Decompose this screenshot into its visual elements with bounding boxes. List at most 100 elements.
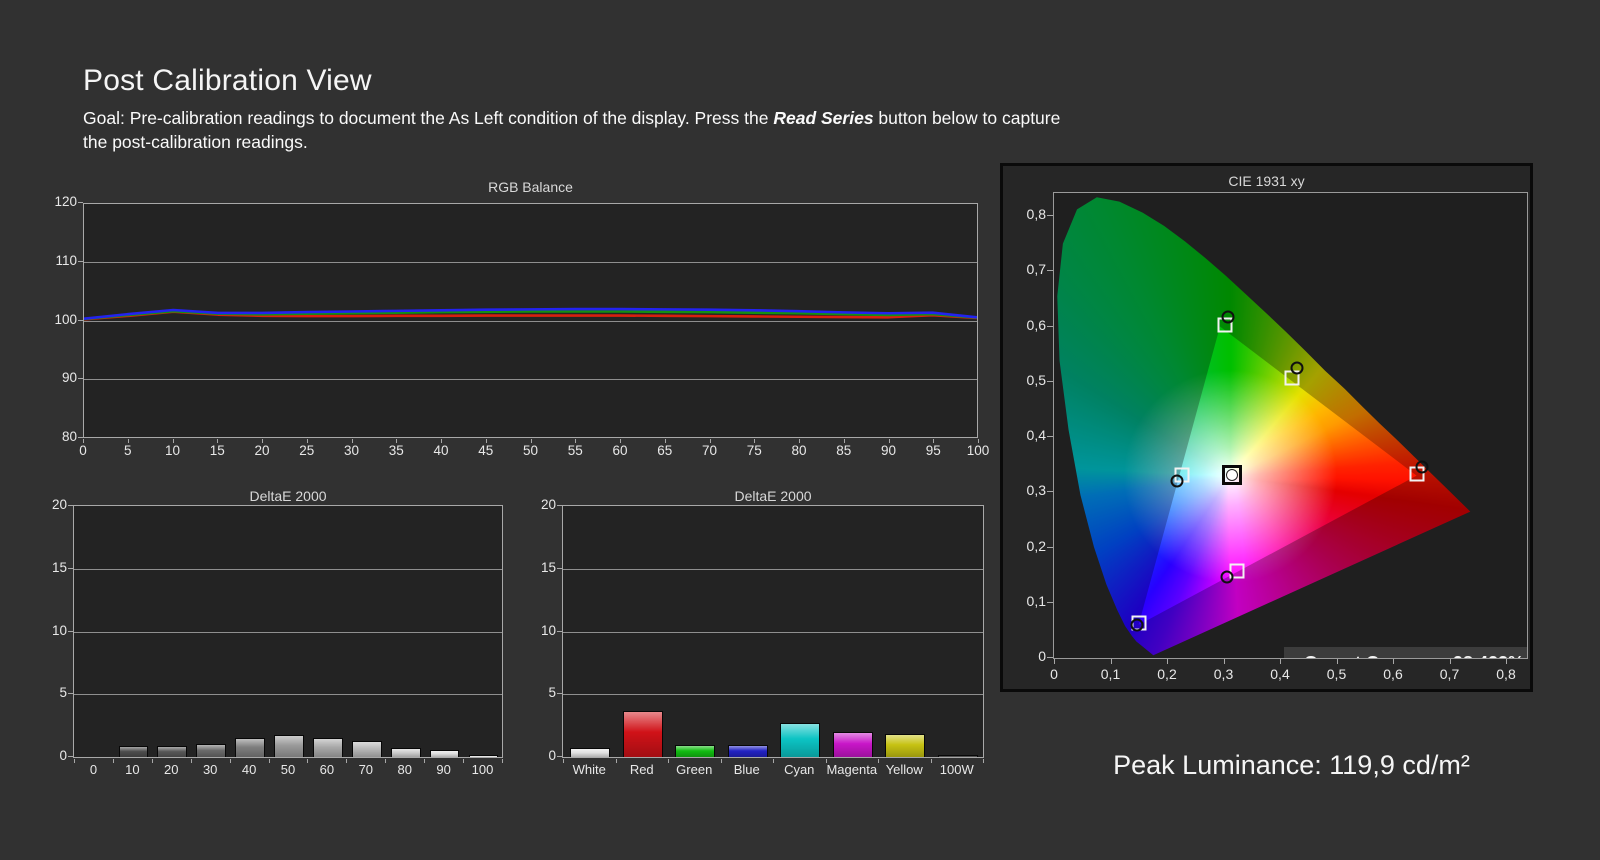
rgb-x-tick-mark: [799, 439, 800, 443]
cie-y-tick-mark: [1047, 215, 1053, 216]
deltae-bar-70: [352, 741, 382, 757]
deltae-x-tick-mark: [931, 759, 932, 763]
measured-circle-cyan: [1171, 475, 1184, 488]
deltae-y-tick-mark: [557, 568, 562, 569]
deltae-y-tick-label: 5: [514, 685, 556, 700]
rgb-x-tick-mark: [441, 439, 442, 443]
rgb-x-tick-label: 40: [420, 443, 462, 458]
cie-x-tick-mark: [1393, 659, 1394, 664]
rgb-x-tick-label: 50: [510, 443, 552, 458]
rgb-x-tick-label: 75: [733, 443, 775, 458]
cie-x-tick-label: 0,4: [1259, 666, 1301, 682]
rgb-x-tick-mark: [754, 439, 755, 443]
deltae-bar-30: [196, 744, 226, 757]
rgb-x-tick-label: 80: [778, 443, 820, 458]
deltae-x-tick-mark: [773, 759, 774, 763]
cie-y-tick-label: 0: [1006, 648, 1046, 664]
rgb-x-tick-mark: [307, 439, 308, 443]
rgb-x-tick-label: 35: [375, 443, 417, 458]
rgb-y-tick-mark: [78, 202, 83, 203]
cie-y-tick-mark: [1047, 381, 1053, 382]
deltae-x-tick-mark: [385, 759, 386, 763]
rgb-x-tick-mark: [978, 439, 979, 443]
rgb-y-tick-label: 110: [35, 253, 77, 268]
measured-circle-red: [1416, 460, 1429, 473]
rgb-x-tick-label: 15: [196, 443, 238, 458]
rgb-x-tick-mark: [217, 439, 218, 443]
rgb-x-tick-label: 45: [465, 443, 507, 458]
rgb-x-tick-mark: [486, 439, 487, 443]
rgb-x-tick-label: 0: [62, 443, 104, 458]
cie-x-tick-mark: [1280, 659, 1281, 664]
deltae-x-tick-mark: [463, 759, 464, 763]
cie-y-tick-label: 0,6: [1006, 317, 1046, 333]
deltae-x-tick-label: White: [559, 762, 619, 777]
cie-x-tick-label: 0,7: [1429, 666, 1471, 682]
cie-x-tick-mark: [1450, 659, 1451, 664]
cie-x-tick-mark: [1054, 659, 1055, 664]
deltae-bar-100w: [938, 755, 978, 758]
deltae-x-tick-label: Magenta: [822, 762, 882, 777]
rgb-gridline: [84, 379, 977, 380]
measured-circle-yellow: [1290, 361, 1303, 374]
deltae-bar-80: [391, 748, 421, 757]
rgb-y-tick-mark: [78, 378, 83, 379]
deltae-y-tick-mark: [68, 568, 73, 569]
deltae-gridline: [74, 632, 502, 633]
deltae-x-tick-mark: [616, 759, 617, 763]
measured-circle-blue: [1131, 619, 1144, 632]
deltae-gridline: [563, 694, 983, 695]
deltae-bar-10: [119, 746, 149, 757]
deltae-y-tick-label: 10: [514, 623, 556, 638]
deltae-y-tick-mark: [557, 505, 562, 506]
page-title: Post Calibration View: [83, 64, 372, 98]
rgb-x-tick-mark: [531, 439, 532, 443]
rgb-x-tick-mark: [262, 439, 263, 443]
rgb-gridline: [84, 321, 977, 322]
deltae-y-tick-mark: [557, 756, 562, 757]
rgb-x-tick-label: 90: [868, 443, 910, 458]
rgb-y-tick-mark: [78, 437, 83, 438]
deltae-x-tick-label: Cyan: [769, 762, 829, 777]
cie-x-tick-label: 0,6: [1372, 666, 1414, 682]
rgb-y-tick-label: 80: [35, 429, 77, 444]
rgb-x-tick-mark: [844, 439, 845, 443]
rgb-x-tick-mark: [620, 439, 621, 443]
read-series-emphasis: Read Series: [773, 108, 873, 128]
deltae-bar-100: [469, 755, 499, 758]
rgb-x-tick-label: 10: [152, 443, 194, 458]
deltae-bar-magenta: [833, 732, 873, 757]
cie-x-tick-mark: [1167, 659, 1168, 664]
deltae-x-tick-label: Red: [612, 762, 672, 777]
deltae-bar-white: [570, 748, 610, 757]
rgb-x-tick-mark: [396, 439, 397, 443]
rgb-x-tick-mark: [83, 439, 84, 443]
deltae-bar-40: [235, 738, 265, 757]
rgb-y-tick-label: 90: [35, 370, 77, 385]
rgb-x-tick-label: 100: [957, 443, 999, 458]
cie-y-tick-mark: [1047, 491, 1053, 492]
cie-y-tick-label: 0,7: [1006, 261, 1046, 277]
rgb-x-tick-label: 70: [689, 443, 731, 458]
rgb-x-tick-label: 30: [331, 443, 373, 458]
deltae-y-tick-label: 20: [514, 497, 556, 512]
deltae-bar-50: [274, 735, 304, 757]
cie-x-tick-mark: [1224, 659, 1225, 664]
deltae-grayscale-plot: [73, 505, 503, 758]
cie-x-tick-label: 0,2: [1146, 666, 1188, 682]
gamut-coverage-badge: Gamut Coverage 98,423%: [1284, 647, 1528, 659]
rgb-x-tick-mark: [665, 439, 666, 443]
calibration-page: Post Calibration View Goal: Pre-calibrat…: [0, 0, 1600, 860]
deltae-x-tick-mark: [721, 759, 722, 763]
deltae-x-tick-label: 100: [453, 762, 513, 777]
cie-1931-panel: CIE 1931 xy Gamut Coverage 98,423% 00,10…: [1000, 163, 1533, 692]
cie-y-tick-mark: [1047, 326, 1053, 327]
rgb-x-tick-label: 65: [644, 443, 686, 458]
deltae-y-tick-label: 5: [25, 685, 67, 700]
cie-x-tick-mark: [1111, 659, 1112, 664]
deltae-x-tick-mark: [307, 759, 308, 763]
cie-1931-title: CIE 1931 xy: [1003, 173, 1530, 189]
rgb-balance-plot: [83, 203, 978, 438]
peak-luminance-readout: Peak Luminance: 119,9 cd/m²: [1025, 750, 1558, 781]
deltae-y-tick-label: 10: [25, 623, 67, 638]
